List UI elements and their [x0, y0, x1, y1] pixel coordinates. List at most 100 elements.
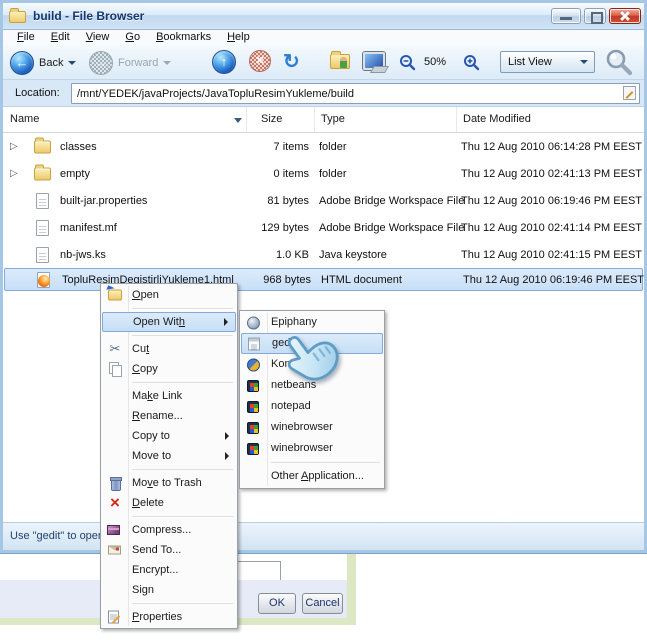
cell-type: folder — [319, 140, 347, 153]
open-icon — [108, 289, 122, 301]
menu-help[interactable]: Help — [219, 30, 258, 45]
window-title: build - File Browser — [33, 9, 145, 23]
menu-item-label: Move to Trash — [132, 477, 202, 489]
file-row-nb-jws.ks[interactable]: nb-jws.ks 1.0 KB Java keystore Thu 12 Aug 2… — [3, 241, 644, 268]
open-with-winebrowser-1[interactable]: winebrowser — [241, 417, 383, 438]
menu-item-label: notepad — [271, 400, 311, 412]
column-header-type[interactable]: Type — [315, 107, 457, 132]
menu-item-label: Open — [132, 289, 159, 301]
back-dropdown-icon[interactable] — [68, 60, 77, 65]
menu-go[interactable]: Go — [117, 30, 148, 45]
menu-file[interactable]: File — [9, 30, 43, 45]
back-button[interactable]: Back — [10, 45, 77, 80]
home-button[interactable] — [330, 51, 350, 69]
context-menu-open[interactable]: Open — [102, 285, 236, 305]
cell-date: Thu 12 Aug 2010 02:41:15 PM EEST — [461, 248, 643, 261]
column-header-date-modified[interactable]: Date Modified — [457, 107, 644, 132]
titlebar[interactable]: build - File Browser — [3, 3, 644, 30]
winflag-icon — [247, 379, 259, 392]
expander-icon[interactable] — [10, 142, 18, 152]
context-menu-move-to-trash[interactable]: Move to Trash — [102, 473, 236, 493]
search-icon[interactable] — [604, 48, 634, 78]
chevron-down-icon — [580, 60, 588, 64]
open-with-winebrowser-2[interactable]: winebrowser — [241, 438, 383, 459]
forward-label: Forward — [118, 56, 159, 69]
compress-icon — [107, 525, 120, 535]
file-icon — [36, 246, 49, 263]
menu-item-label: Compress... — [132, 524, 192, 536]
file-row-empty[interactable]: empty 0 items folder Thu 12 Aug 2010 02:41:… — [3, 160, 644, 187]
forward-button[interactable]: Forward — [89, 45, 172, 80]
menu-separator — [102, 305, 236, 312]
open-with-notepad[interactable]: notepad — [241, 396, 383, 417]
menu-item-label: Encrypt... — [132, 564, 179, 576]
context-menu-properties[interactable]: Properties — [102, 607, 236, 627]
expander-icon[interactable] — [10, 169, 18, 179]
file-row-manifest.mf[interactable]: manifest.mf 129 bytes Adobe Bridge Workspa… — [3, 214, 644, 241]
winflag-icon — [247, 400, 259, 413]
menu-separator — [102, 379, 236, 386]
cell-date: Thu 12 Aug 2010 06:19:46 PM EEST — [461, 194, 643, 207]
column-header-size[interactable]: Size — [247, 107, 315, 132]
context-menu-sign[interactable]: Sign — [102, 580, 236, 600]
open-with-other-application[interactable]: Other Application... — [241, 466, 383, 487]
close-button[interactable] — [609, 8, 641, 24]
context-menu-rename[interactable]: Rename... — [102, 406, 236, 426]
menu-item-label: Rename... — [132, 410, 183, 422]
menu-item-label: Open With — [133, 316, 185, 328]
cell-name: nb-jws.ks — [60, 248, 106, 261]
menu-view[interactable]: View — [78, 30, 118, 45]
location-input[interactable] — [71, 83, 640, 104]
cell-type: folder — [319, 167, 347, 180]
context-menu-compress[interactable]: Compress... — [102, 520, 236, 540]
cell-name: classes — [60, 140, 97, 153]
menu-separator — [241, 459, 383, 466]
context-menu-encrypt[interactable]: Encrypt... — [102, 560, 236, 580]
firefox-icon — [37, 271, 50, 288]
computer-button[interactable] — [363, 52, 387, 73]
sendto-icon — [108, 545, 121, 555]
file-row-built-jar.properties[interactable]: built-jar.properties 81 bytes Adobe Bridge… — [3, 187, 644, 214]
context-menu-copy[interactable]: Copy — [102, 359, 236, 379]
cancel-button[interactable]: Cancel — [302, 593, 343, 614]
file-icon — [36, 192, 49, 209]
location-edit-icon[interactable] — [623, 86, 636, 100]
column-headers: Name Size Type Date Modified — [3, 107, 644, 133]
submenu-arrow-icon — [225, 452, 229, 460]
context-menu-copy-to[interactable]: Copy to — [102, 426, 236, 446]
titlebar-buttons — [548, 8, 641, 24]
menu-bookmarks[interactable]: Bookmarks — [148, 30, 219, 45]
context-menu-cut[interactable]: Cut — [102, 339, 236, 359]
menu-separator — [102, 332, 236, 339]
view-mode-select[interactable]: List View — [500, 51, 595, 73]
kompozer-icon — [247, 358, 260, 371]
context-menu-make-link[interactable]: Make Link — [102, 386, 236, 406]
column-header-name[interactable]: Name — [3, 107, 247, 132]
cell-name: built-jar.properties — [60, 194, 148, 207]
context-menu-open-with[interactable]: Open With — [102, 312, 236, 332]
delete-icon — [108, 496, 122, 510]
file-row-classes[interactable]: classes 7 items folder Thu 12 Aug 2010 06:1… — [3, 133, 644, 160]
cell-type: Adobe Bridge Workspace File — [319, 194, 465, 207]
zoom-out-button[interactable] — [399, 54, 416, 71]
folder-icon — [34, 137, 51, 153]
refresh-button[interactable] — [283, 49, 300, 75]
cut-icon — [108, 342, 122, 356]
menu-separator — [102, 513, 236, 520]
location-bar: Location: — [3, 80, 644, 107]
menu-item-label: Delete — [132, 497, 164, 509]
epiphany-icon — [247, 316, 260, 329]
up-button[interactable] — [212, 50, 236, 74]
ok-button[interactable]: OK — [258, 593, 296, 614]
cell-date: Thu 12 Aug 2010 06:14:28 PM EEST — [461, 140, 643, 153]
context-menu-delete[interactable]: Delete — [102, 493, 236, 513]
view-mode-value: List View — [508, 56, 552, 68]
zoom-in-button[interactable] — [463, 54, 480, 71]
minimize-button[interactable] — [551, 8, 581, 24]
maximize-button[interactable] — [584, 8, 606, 24]
context-menu-send-to[interactable]: Send To... — [102, 540, 236, 560]
file-icon — [36, 219, 49, 236]
menu-edit[interactable]: Edit — [43, 30, 78, 45]
cell-size: 129 bytes — [261, 221, 309, 234]
context-menu-move-to[interactable]: Move to — [102, 446, 236, 466]
